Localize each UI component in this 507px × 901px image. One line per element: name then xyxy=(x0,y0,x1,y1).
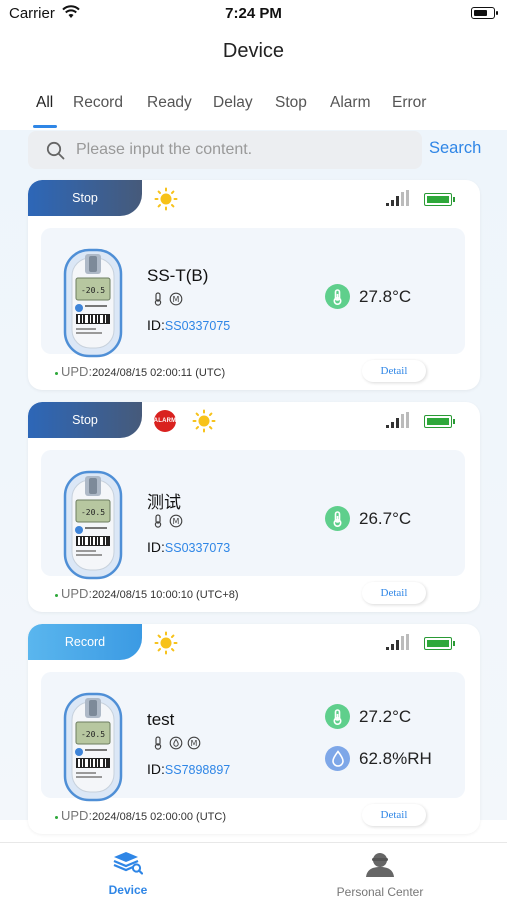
battery-icon xyxy=(424,637,455,650)
filter-tabs: All Record Ready Delay Stop Alarm Error xyxy=(0,94,507,128)
temperature-reading: 27.8°C xyxy=(325,284,411,309)
m-mode-icon xyxy=(169,292,183,306)
temperature-icon xyxy=(325,506,350,531)
device-name: 测试 xyxy=(147,493,181,512)
status-badge: Stop xyxy=(28,180,142,216)
alarm-icon: ALARM xyxy=(154,410,176,432)
device-card[interactable]: Record test ID:SS7898897 27.2°C 62.8%RH … xyxy=(28,624,480,834)
m-mode-icon xyxy=(187,736,201,750)
sensor-icons xyxy=(151,292,183,306)
last-update: UPD:2024/08/15 02:00:00 (UTC) xyxy=(55,808,226,823)
tab-stop[interactable]: Stop xyxy=(275,94,307,112)
status-bar: Carrier 7:24 PM xyxy=(0,0,507,30)
nav-personal-center-label: Personal Center xyxy=(336,885,424,899)
nav-personal-center[interactable]: Personal Center xyxy=(318,843,442,901)
temperature-reading: 26.7°C xyxy=(325,506,411,531)
page-title: Device xyxy=(222,40,285,62)
temperature-value: 27.8°C xyxy=(359,286,412,306)
device-image xyxy=(63,470,123,585)
temperature-icon xyxy=(325,284,350,309)
detail-button[interactable]: Detail xyxy=(362,360,426,382)
sun-icon xyxy=(192,409,216,438)
status-badge: Record xyxy=(28,624,142,660)
humidity-mini-icon xyxy=(169,736,183,750)
bottom-navigation: Device Personal Center xyxy=(0,842,507,901)
device-info-panel: 测试 ID:SS0337073 26.7°C xyxy=(41,450,465,580)
tab-alarm[interactable]: Alarm xyxy=(330,94,370,112)
device-info-panel: SS-T(B) ID:SS0337075 27.8°C xyxy=(41,228,465,358)
device-info-panel: test ID:SS7898897 27.2°C 62.8%RH xyxy=(41,672,465,802)
device-name: test xyxy=(147,710,175,729)
device-name: SS-T(B) xyxy=(147,266,209,285)
search-icon xyxy=(46,141,65,165)
signal-strength-icon xyxy=(386,634,410,655)
device-id: ID:SS7898897 xyxy=(147,761,231,777)
signal-strength-icon xyxy=(386,412,410,433)
thermometer-icon xyxy=(154,292,162,306)
device-image xyxy=(63,692,123,807)
sun-icon xyxy=(154,631,178,660)
last-update: UPD:2024/08/15 10:00:10 (UTC+8) xyxy=(55,586,239,601)
humidity-value: 62.8%RH xyxy=(359,748,432,768)
thermometer-icon xyxy=(154,514,162,528)
search-button[interactable]: Search xyxy=(429,139,481,158)
clock: 7:24 PM xyxy=(225,5,282,22)
battery-icon xyxy=(424,415,455,428)
sensor-icons xyxy=(151,736,201,750)
device-card[interactable]: Stop ALARM 测试 ID:SS0337073 26.7°C UPD:20… xyxy=(28,402,480,612)
search-box xyxy=(28,131,422,169)
detail-button[interactable]: Detail xyxy=(362,804,426,826)
device-id: ID:SS0337073 xyxy=(147,539,231,555)
active-tab-indicator xyxy=(33,125,57,128)
humidity-reading: 62.8%RH xyxy=(325,746,432,771)
tab-record[interactable]: Record xyxy=(73,94,123,112)
search-input[interactable] xyxy=(76,131,406,169)
tab-all[interactable]: All xyxy=(36,94,53,112)
tab-delay[interactable]: Delay xyxy=(213,94,253,112)
humidity-icon xyxy=(325,746,350,771)
tab-error[interactable]: Error xyxy=(392,94,426,112)
nav-device-label: Device xyxy=(108,883,148,897)
last-update: UPD:2024/08/15 02:00:11 (UTC) xyxy=(55,364,225,379)
nav-device[interactable]: Device xyxy=(86,843,170,901)
sun-icon xyxy=(154,187,178,216)
person-icon xyxy=(366,853,394,877)
device-image xyxy=(63,248,123,363)
tab-ready[interactable]: Ready xyxy=(147,94,192,112)
signal-strength-icon xyxy=(386,190,410,211)
battery-icon xyxy=(424,193,455,206)
temperature-icon xyxy=(325,704,350,729)
phone-battery-icon xyxy=(471,7,498,19)
device-nav-icon xyxy=(113,852,144,875)
status-badge: Stop xyxy=(28,402,142,438)
temperature-value: 27.2°C xyxy=(359,706,412,726)
temperature-reading: 27.2°C xyxy=(325,704,411,729)
sensor-icons xyxy=(151,514,183,528)
temperature-value: 26.7°C xyxy=(359,508,412,528)
device-id: ID:SS0337075 xyxy=(147,317,231,333)
device-card[interactable]: Stop SS-T(B) ID:SS0337075 27.8°C UPD:202… xyxy=(28,180,480,390)
thermometer-icon xyxy=(154,736,162,750)
m-mode-icon xyxy=(169,514,183,528)
detail-button[interactable]: Detail xyxy=(362,582,426,604)
